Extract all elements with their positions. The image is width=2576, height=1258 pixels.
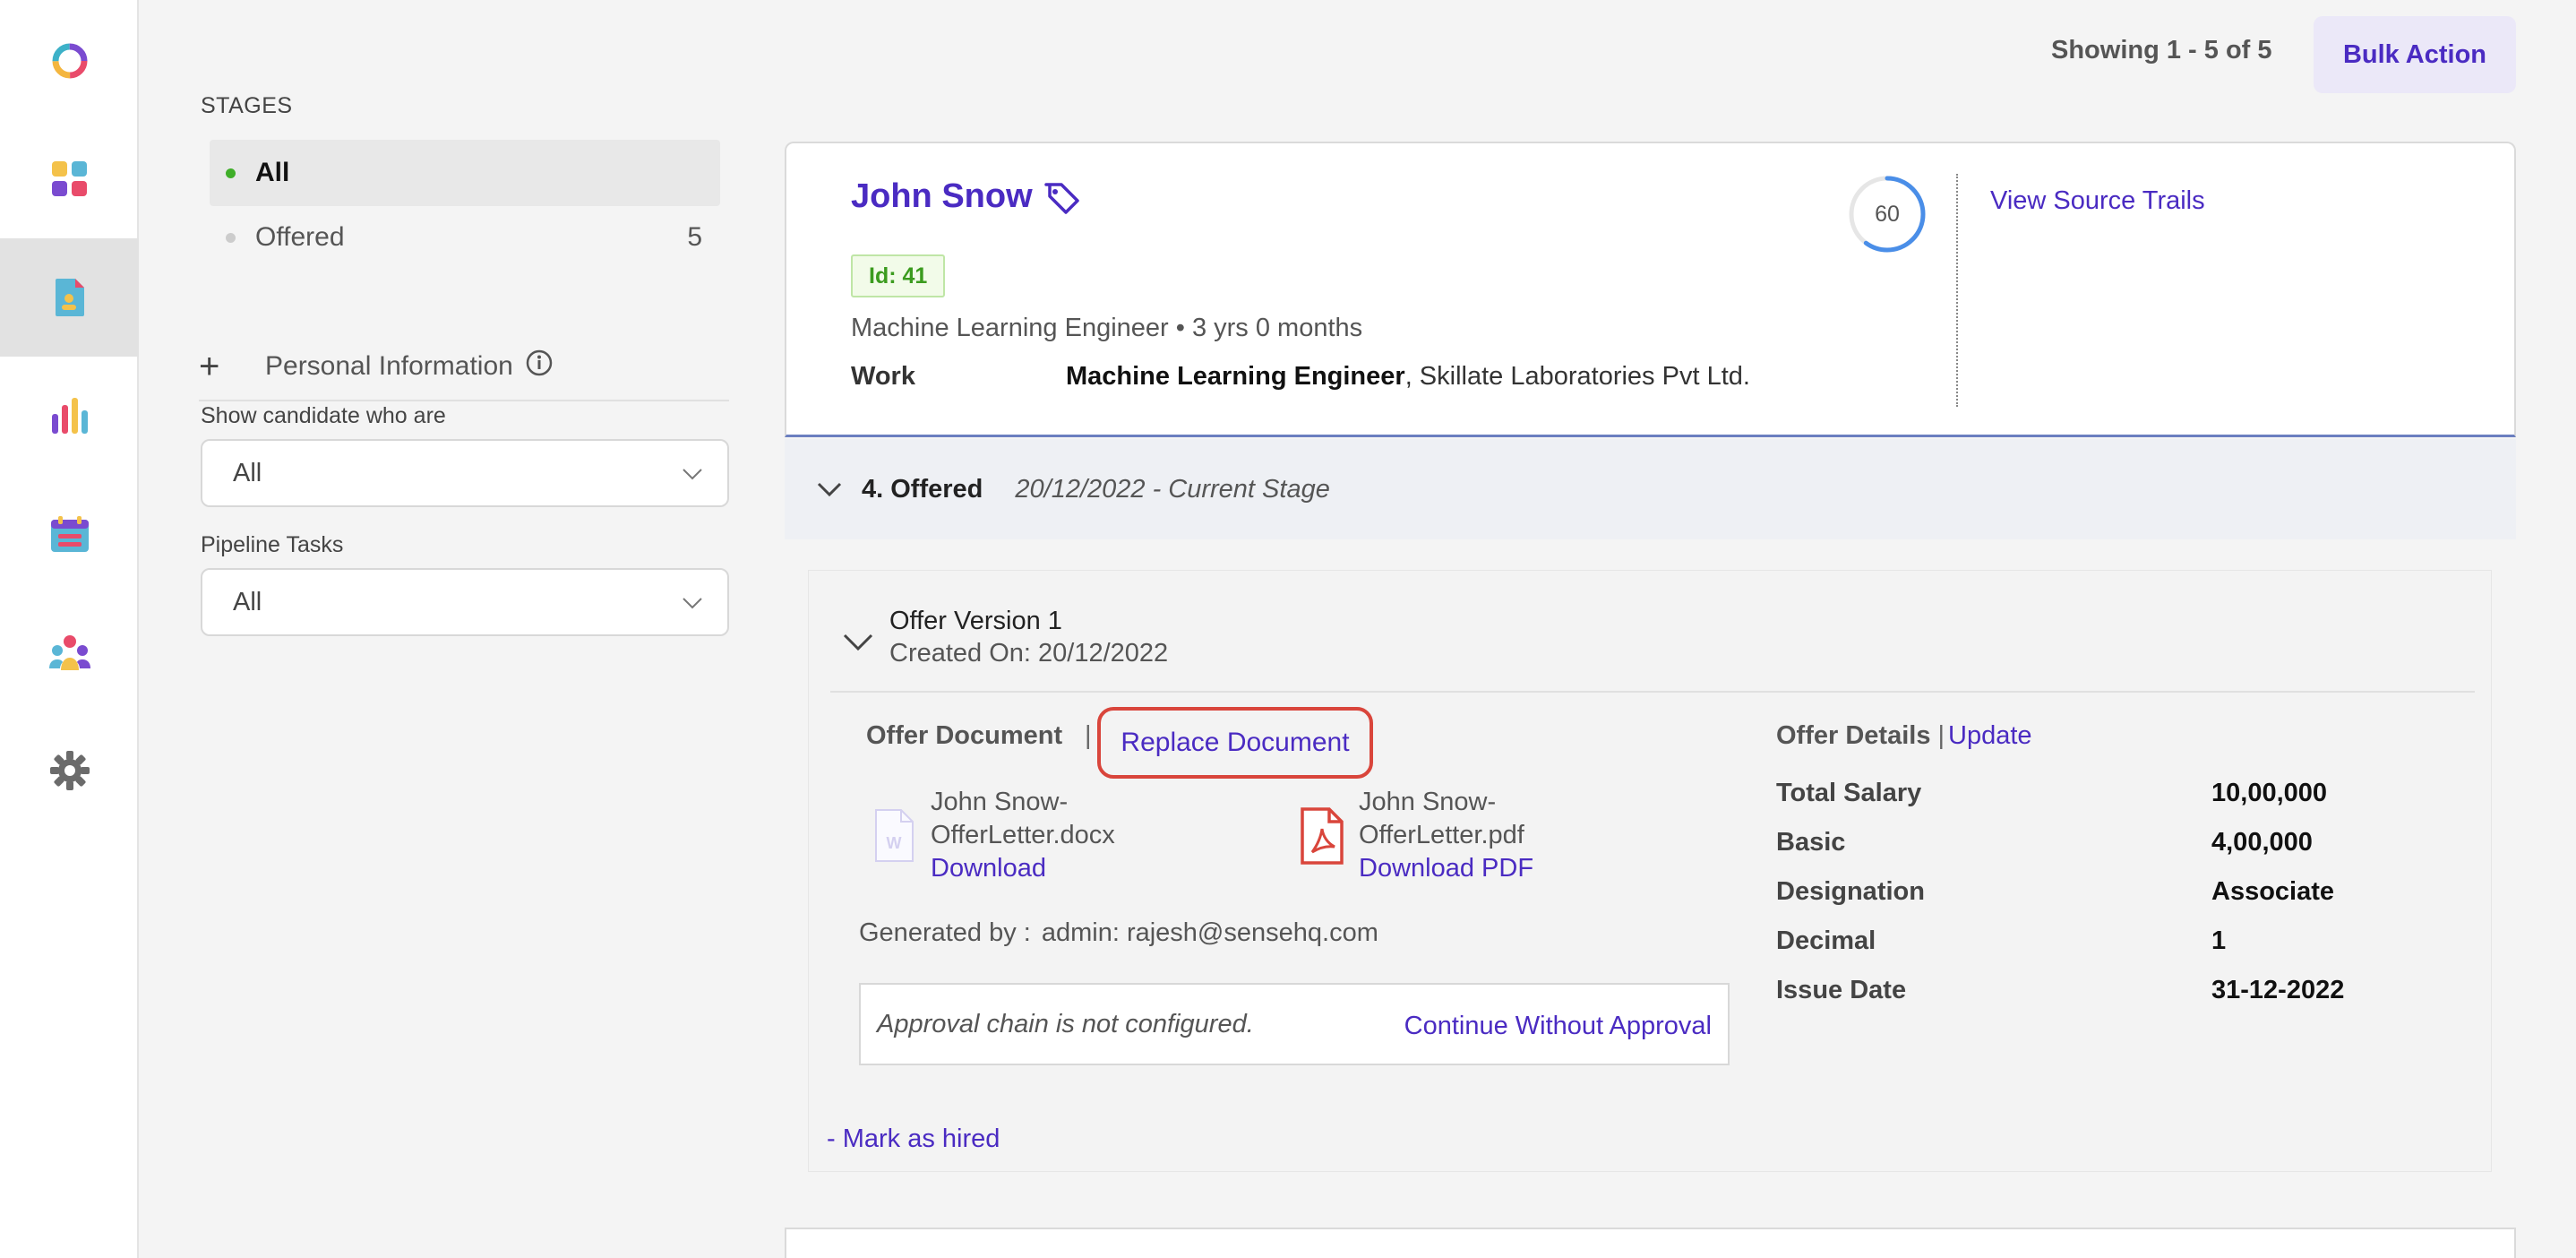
match-score-value: 60: [1875, 201, 1900, 227]
bulk-action-button[interactable]: Bulk Action: [2314, 16, 2516, 93]
generated-by-label: Generated by :: [859, 918, 1031, 947]
stage-label: Offered: [255, 222, 345, 252]
stage-count: 5: [687, 222, 702, 252]
candidate-id-badge: Id: 41: [851, 254, 946, 297]
card-divider: [1956, 174, 1958, 407]
pipeline-tasks-select[interactable]: All: [201, 568, 729, 636]
offer-version: Offer Version 1: [889, 607, 1062, 635]
replace-document-link[interactable]: Replace Document: [1097, 707, 1373, 779]
docx-file-name: John Snow- OfferLetter.docx: [931, 786, 1115, 852]
approval-status-text: Approval chain is not configured.: [877, 1010, 1254, 1038]
generated-by: Generated by : admin: rajesh@sensehq.com: [859, 918, 1378, 948]
offer-details-text: Offer Details: [1776, 721, 1931, 750]
chevron-down-icon: [683, 469, 702, 480]
calendar-icon[interactable]: [0, 475, 139, 593]
offer-document-label: Offer Document: [866, 721, 1063, 750]
dashboard-icon[interactable]: [0, 120, 139, 238]
offer-panel: Offer Version 1 Created On: 20/12/2022 O…: [808, 570, 2492, 1172]
stage-header[interactable]: 4. Offered 20/12/2022 - Current Stage: [785, 439, 2516, 539]
work-company: , Skillate Laboratories Pvt Ltd.: [1404, 362, 1750, 391]
chevron-down-icon[interactable]: [815, 475, 844, 504]
chevron-down-icon: [683, 598, 702, 609]
word-file-icon: W: [875, 809, 914, 862]
offer-details-label: Offer Details |: [1776, 721, 1945, 751]
personal-information-toggle[interactable]: + Personal Information: [199, 333, 729, 401]
pdf-file-icon: [1301, 807, 1344, 865]
work-title: Machine Learning Engineer: [1066, 362, 1405, 391]
separator: |: [1085, 721, 1092, 750]
team-icon[interactable]: [0, 593, 139, 711]
candidates-icon[interactable]: [0, 238, 139, 357]
stages-title: STAGES: [201, 93, 293, 118]
detail-label: Total Salary: [1776, 779, 1922, 807]
detail-value: 10,00,000: [2211, 779, 2328, 807]
detail-label: Issue Date: [1776, 976, 1907, 1004]
pdf-file-name: John Snow- OfferLetter.pdf: [1359, 786, 1524, 852]
file-name-line: John Snow-: [931, 788, 1069, 816]
approval-box: Approval chain is not configured. Contin…: [859, 983, 1730, 1065]
detail-label: Basic: [1776, 828, 1846, 857]
generated-by-value: admin: rajesh@sensehq.com: [1041, 918, 1378, 947]
pipeline-tasks-label: Pipeline Tasks: [201, 532, 344, 557]
detail-label: Designation: [1776, 877, 1925, 906]
download-pdf-link[interactable]: Download PDF: [1359, 854, 1533, 883]
app-logo-icon[interactable]: [0, 2, 139, 120]
stage-label: All: [255, 158, 290, 187]
pipeline-tasks-value: All: [233, 587, 262, 616]
stage-filter-offered[interactable]: Offered 5: [210, 204, 720, 271]
next-candidate-card: [785, 1228, 2516, 1258]
update-offer-link[interactable]: Update: [1948, 721, 2032, 751]
analytics-icon[interactable]: [0, 357, 139, 475]
plus-icon[interactable]: +: [199, 347, 265, 387]
stage-date: 20/12/2022 - Current Stage: [1015, 474, 1330, 504]
divider: [830, 691, 2475, 693]
detail-value: Associate: [2211, 877, 2335, 906]
personal-information-label: Personal Information: [265, 351, 513, 381]
stage-filter-all[interactable]: All: [210, 140, 720, 206]
offer-created-date: Created On: 20/12/2022: [889, 639, 1169, 668]
detail-value: 31-12-2022: [2211, 976, 2345, 1004]
candidate-card: John Snow Id: 41 Machine Learning Engine…: [785, 142, 2516, 437]
view-source-trails-link[interactable]: View Source Trails: [1990, 186, 2205, 216]
stage-dot: [226, 232, 236, 243]
info-icon[interactable]: [526, 349, 553, 383]
download-docx-link[interactable]: Download: [931, 854, 1046, 883]
work-value: Machine Learning Engineer, Skillate Labo…: [1066, 362, 1750, 392]
stage-dot: [226, 168, 236, 178]
stage-name: 4. Offered: [862, 474, 983, 504]
pagination-summary: Showing 1 - 5 of 5: [2051, 36, 2272, 65]
separator: |: [1937, 721, 1945, 750]
show-candidate-value: All: [233, 458, 262, 487]
continue-without-approval-link[interactable]: Continue Without Approval: [1404, 1012, 1712, 1041]
tag-icon[interactable]: [1043, 181, 1081, 215]
file-name-line: John Snow-: [1359, 788, 1497, 816]
candidate-role-experience: Machine Learning Engineer • 3 yrs 0 mont…: [851, 314, 1363, 342]
show-candidate-select[interactable]: All: [201, 439, 729, 507]
settings-icon[interactable]: [0, 711, 139, 830]
detail-label: Decimal: [1776, 926, 1876, 955]
file-name-line: OfferLetter.docx: [931, 821, 1115, 849]
icon-rail: [0, 0, 139, 1258]
detail-value: 4,00,000: [2211, 828, 2313, 857]
show-candidate-label: Show candidate who are: [201, 403, 446, 428]
mark-as-hired-link[interactable]: - Mark as hired: [827, 1124, 1000, 1154]
chevron-down-icon[interactable]: [841, 626, 875, 657]
svg-text:W: W: [887, 834, 902, 852]
candidate-name[interactable]: John Snow: [851, 177, 1033, 216]
work-label: Work: [851, 362, 915, 391]
file-name-line: OfferLetter.pdf: [1359, 821, 1524, 849]
detail-value: 1: [2211, 926, 2227, 955]
